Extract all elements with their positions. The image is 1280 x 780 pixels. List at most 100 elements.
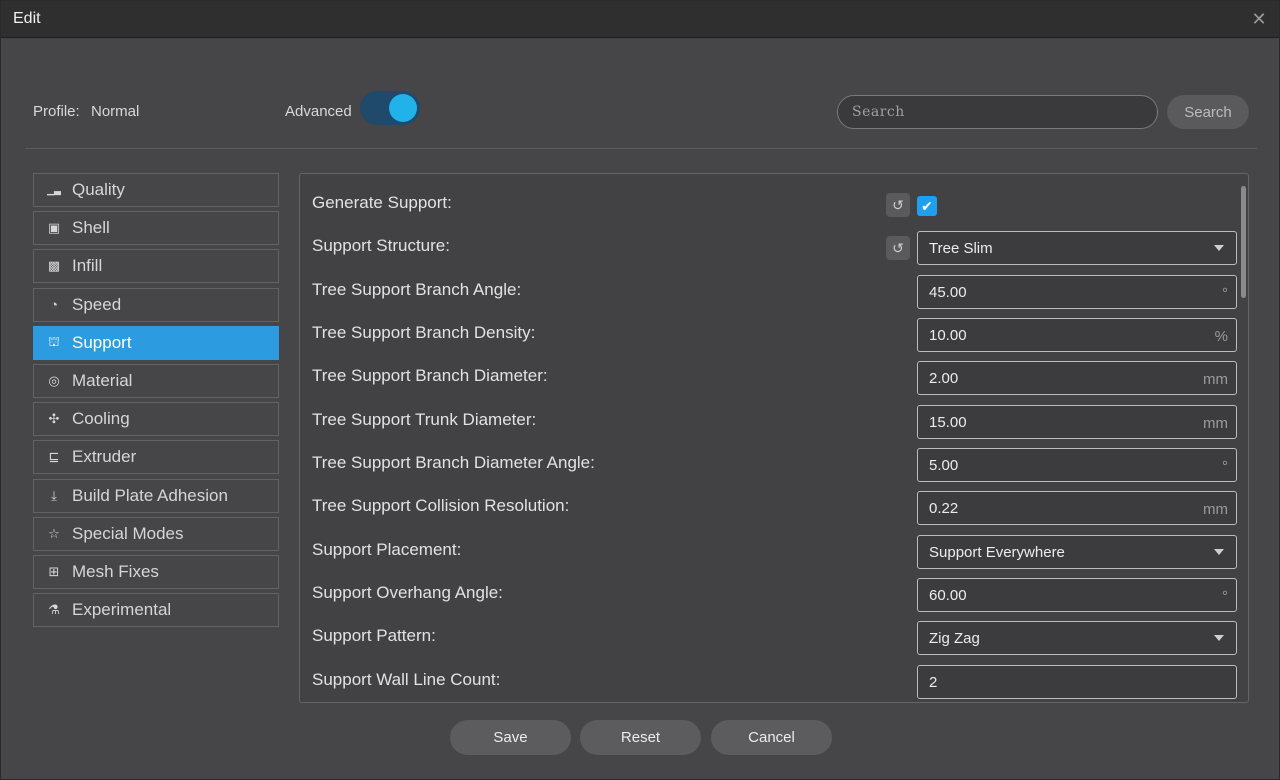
setting-input[interactable]: 45.00 ° [917,275,1237,309]
setting-dropdown[interactable]: Zig Zag [917,621,1237,655]
setting-input[interactable]: 15.00 mm [917,405,1237,439]
sidebar-item-label: Support [72,332,132,352]
setting-row: Tree Support Branch Diameter Angle: 5.00 ° [300,447,1240,482]
speed-icon: ◔ [50,297,58,313]
sidebar-item-infill[interactable]: ▩ Infill [33,249,279,284]
sidebar-item-speed[interactable]: ◔ Speed [33,287,279,322]
sidebar-item-experimental[interactable]: ⚗ Experimental [33,593,279,628]
search-input[interactable] [837,95,1158,129]
sidebar-item-label: Quality [72,180,125,199]
setting-value: 5.00 [929,457,959,474]
setting-unit: mm [1203,371,1228,388]
scrollbar[interactable] [1241,186,1246,298]
setting-value: Tree Slim [929,240,993,257]
sidebar-item-label: Shell [72,218,110,238]
sidebar-item-build-plate-adhesion[interactable]: ⤓ Build Plate Adhesion [33,478,279,513]
setting-unit: ° [1222,285,1228,302]
sidebar-item-label: Extruder [72,447,137,467]
sidebar-item-label: Build Plate Adhesion [72,485,228,505]
setting-dropdown[interactable]: Tree Slim [917,231,1237,265]
setting-value: 2 [929,674,938,691]
sidebar-item-mesh-fixes[interactable]: ⊞ Mesh Fixes [33,554,279,589]
sidebar-item-material[interactable]: ◎ Material [33,363,279,398]
setting-unit: mm [1203,415,1228,432]
close-icon[interactable]: ✕ [1249,9,1269,29]
setting-value: 60.00 [929,587,967,604]
setting-input[interactable]: 5.00 ° [917,448,1237,482]
generate-support-checkbox[interactable]: ✔ [917,196,937,216]
search-button[interactable]: Search [1167,95,1249,129]
setting-unit: ° [1222,458,1228,475]
sidebar-item-label: Speed [72,294,122,314]
quality-icon: ▁▃ [47,184,61,195]
cancel-button[interactable]: Cancel [711,720,832,755]
setting-label: Support Wall Line Count: [312,670,501,689]
setting-input[interactable]: 2.00 mm [917,361,1237,395]
save-button[interactable]: Save [450,720,571,755]
setting-row: Tree Support Branch Density: 10.00% [300,317,1240,352]
setting-label: Support Structure: [312,236,450,255]
setting-input[interactable]: 60.00 ° [917,578,1237,612]
reset-default-icon[interactable]: ↺ [886,236,910,260]
setting-input[interactable]: 2 [917,665,1237,699]
reset-default-icon[interactable]: ↺ [886,193,910,217]
sidebar-item-label: Experimental [72,600,172,620]
sidebar-item-label: Mesh Fixes [72,561,159,581]
chevron-down-icon [1214,635,1224,641]
mesh-fixes-icon: ⊞ [48,563,60,579]
profile-value: Normal [91,103,140,120]
setting-label: Support Overhang Angle: [312,583,503,602]
setting-label: Generate Support: [312,193,452,212]
sidebar-item-label: Cooling [72,409,130,429]
setting-row: Support Pattern: Zig Zag [300,620,1240,655]
setting-unit: ° [1222,588,1228,605]
setting-label: Tree Support Branch Density: [312,323,536,342]
sidebar-item-special-modes[interactable]: ☆ Special Modes [33,516,279,551]
setting-row: Tree Support Branch Angle: 45.00 ° [300,274,1240,309]
setting-row: Support Structure: ↺ Tree Slim [300,230,1240,265]
support-icon: ⛫ [48,333,60,349]
setting-value: 2.00 [929,370,959,387]
setting-value: Zig Zag [929,630,980,647]
sidebar-item-cooling[interactable]: ✣ Cooling [33,402,279,437]
setting-value: Support Everywhere [929,544,1065,561]
setting-row: Support Placement: Support Everywhere [300,534,1240,569]
material-icon: ◎ [48,372,60,388]
toggle-knob [389,94,417,122]
setting-label: Tree Support Branch Diameter: [312,366,548,385]
advanced-toggle[interactable] [360,91,420,125]
sidebar-item-shell[interactable]: ▣ Shell [33,211,279,246]
setting-value: 10.00 [929,327,967,344]
chevron-down-icon [1214,245,1224,251]
title-bar: Edit ✕ [1,1,1279,38]
setting-value: 15.00 [929,414,967,431]
experimental-icon: ⚗ [48,602,60,618]
sidebar-item-support[interactable]: ⛫ Support [33,325,279,360]
setting-label: Tree Support Trunk Diameter: [312,410,537,429]
setting-input[interactable]: 10.00% [917,318,1237,352]
edit-dialog: Edit ✕ Profile: Normal Advanced Search ▁… [0,0,1280,780]
setting-value: 0.22 [929,500,959,517]
sidebar-item-quality[interactable]: ▁▃ Quality [33,173,279,207]
setting-label: Support Placement: [312,540,462,559]
sidebar-item-label: Infill [72,256,103,276]
sidebar-item-extruder[interactable]: ⊑ Extruder [33,440,279,475]
reset-button[interactable]: Reset [580,720,701,755]
setting-unit: mm [1203,501,1228,518]
shell-icon: ▣ [47,220,61,236]
setting-label: Support Pattern: [312,626,436,645]
setting-value: 45.00 [929,284,967,301]
sidebar-item-label: Special Modes [72,523,184,543]
infill-icon: ▩ [47,258,61,274]
setting-row: Tree Support Trunk Diameter: 15.00 mm [300,404,1240,439]
setting-row: Support Wall Line Count: 2 [300,664,1240,699]
setting-input[interactable]: 0.22 mm [917,491,1237,525]
setting-row: Tree Support Branch Diameter: 2.00 mm [300,360,1240,395]
advanced-label: Advanced [285,103,352,120]
cooling-icon: ✣ [48,411,60,427]
chevron-down-icon [1214,549,1224,555]
setting-unit: % [1214,328,1228,345]
sidebar-item-label: Material [72,370,133,390]
setting-row: Tree Support Collision Resolution: 0.22 mm [300,490,1240,525]
setting-dropdown[interactable]: Support Everywhere [917,535,1237,569]
